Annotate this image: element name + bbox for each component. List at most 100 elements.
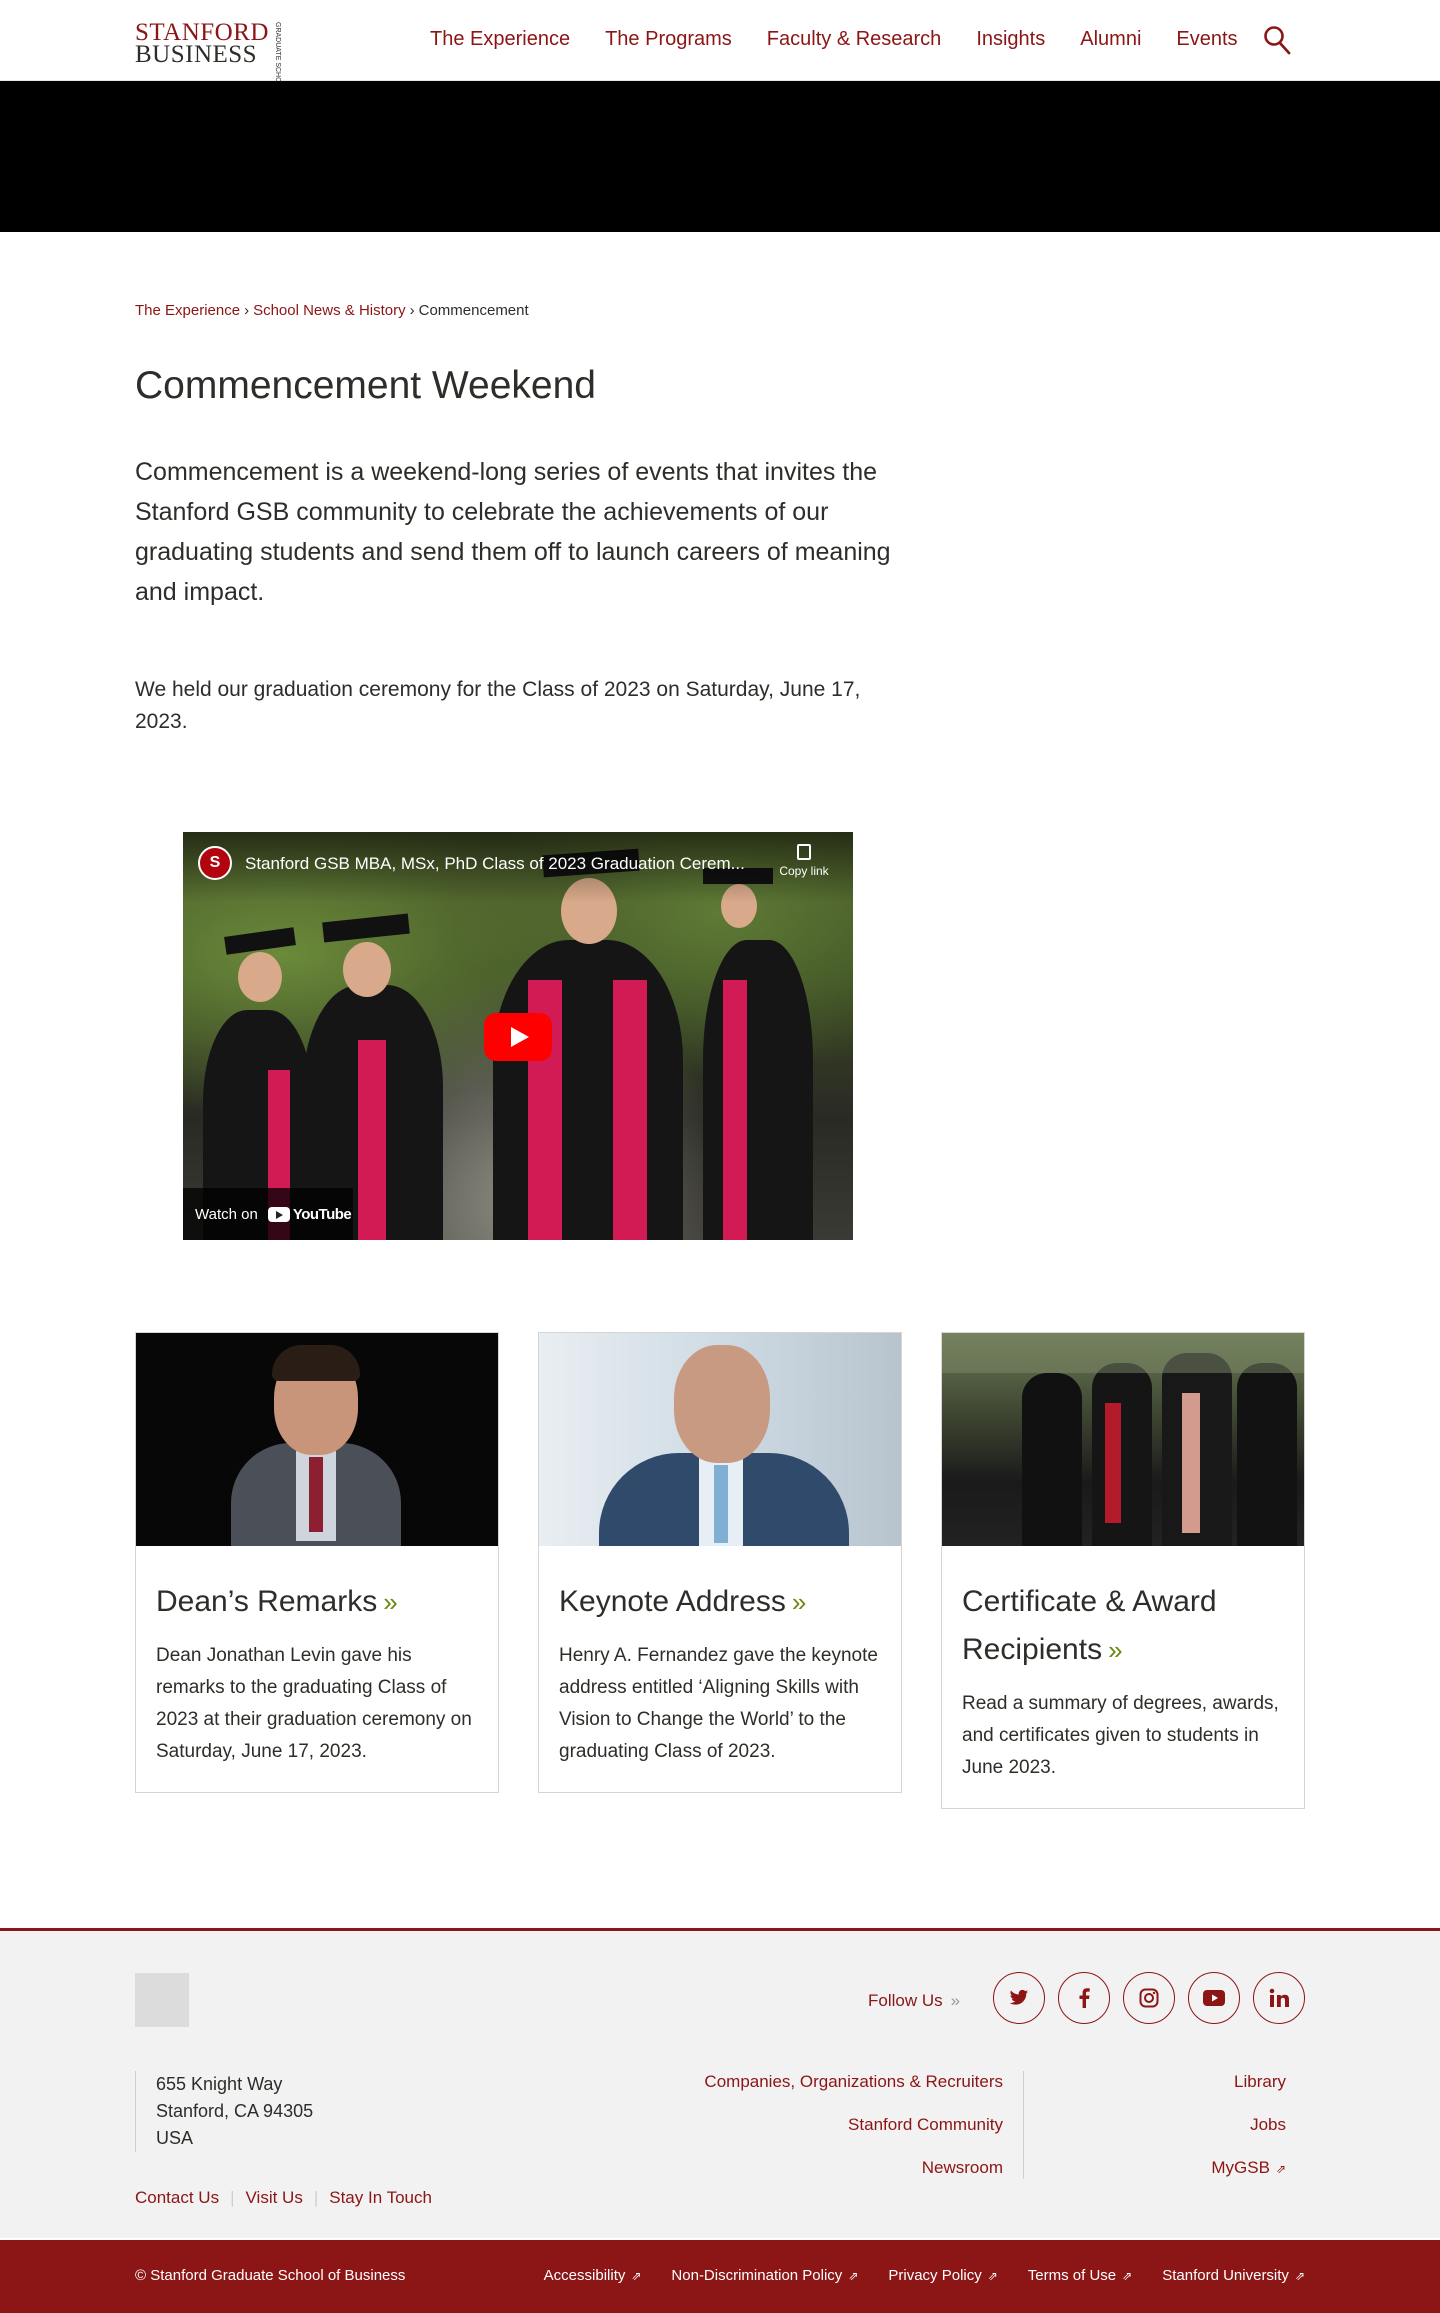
graduate-stole xyxy=(358,1040,386,1240)
tree-canopy xyxy=(942,1333,1304,1373)
graduate-figure xyxy=(493,940,683,1240)
footer-logo[interactable] xyxy=(135,1973,189,2027)
chevron-right-icon: » xyxy=(950,1991,961,2010)
card-title[interactable]: Keynote Address» xyxy=(559,1578,881,1626)
breadcrumb-current: Commencement xyxy=(418,302,529,319)
graduate-figure xyxy=(1022,1373,1082,1546)
graduate-stole xyxy=(723,980,747,1240)
copy-link-label: Copy link xyxy=(779,864,829,878)
external-link-icon: ⇗ xyxy=(848,2269,859,2283)
logo-business: BUSINESS xyxy=(135,41,258,68)
footer-link-library[interactable]: Library xyxy=(1100,2071,1286,2093)
chevron-right-icon: » xyxy=(1108,1635,1123,1665)
card-keynote-address[interactable]: Keynote Address» Henry A. Fernandez gave… xyxy=(538,1332,902,1793)
footer-link-mygsb[interactable]: MyGSB ⇗ xyxy=(1100,2157,1286,2180)
graduate-face xyxy=(238,952,282,1002)
linkedin-icon[interactable] xyxy=(1253,1972,1305,2024)
accessibility-link[interactable]: Accessibility ⇗ xyxy=(544,2267,642,2284)
card-description: Dean Jonathan Levin gave his remarks to … xyxy=(156,1645,472,1762)
footer-link-newsroom[interactable]: Newsroom xyxy=(620,2157,1003,2179)
address-line: USA xyxy=(156,2128,194,2148)
visit-us-link[interactable]: Visit Us xyxy=(246,2188,303,2207)
channel-avatar[interactable]: S xyxy=(198,846,232,880)
breadcrumb-the-experience[interactable]: The Experience xyxy=(135,302,240,319)
breadcrumb-separator: › xyxy=(244,302,250,319)
breadcrumb-separator: › xyxy=(409,302,415,319)
ceremony-note: We held our graduation ceremony for the … xyxy=(135,678,861,733)
youtube-logo: YouTube xyxy=(267,1205,352,1223)
nav-faculty-research[interactable]: Faculty & Research xyxy=(767,28,942,51)
external-link-icon: ⇗ xyxy=(631,2269,642,2283)
stanford-gsb-logo[interactable]: STANFORD BUSINESS GRADUATE SCHOOL OF xyxy=(135,20,300,104)
stanford-university-link[interactable]: Stanford University ⇗ xyxy=(1162,2267,1305,2284)
nav-insights[interactable]: Insights xyxy=(976,28,1045,51)
divider: | xyxy=(313,2188,319,2207)
portrait-tie xyxy=(309,1457,323,1532)
portrait-hair xyxy=(272,1345,360,1381)
footer-contact-links: Contact Us | Visit Us | Stay In Touch xyxy=(135,2188,432,2208)
site-footer: Follow Us» 655 Knight Way Stanford, CA 9… xyxy=(0,1928,1440,2238)
youtube-icon[interactable] xyxy=(1188,1972,1240,2024)
nav-alumni[interactable]: Alumni xyxy=(1080,28,1141,51)
twitter-icon[interactable] xyxy=(993,1972,1045,2024)
watch-on-label: Watch on xyxy=(195,1205,258,1223)
non-discrimination-policy-link[interactable]: Non-Discrimination Policy ⇗ xyxy=(671,2267,858,2284)
facebook-icon[interactable] xyxy=(1058,1972,1110,2024)
privacy-policy-link[interactable]: Privacy Policy ⇗ xyxy=(888,2267,997,2284)
card-title[interactable]: Dean’s Remarks» xyxy=(156,1578,478,1626)
graduates-crowd-image xyxy=(942,1333,1304,1546)
footer-links-right: Library Jobs MyGSB ⇗ xyxy=(1100,2071,1286,2180)
graduate-figure xyxy=(1092,1363,1152,1546)
graduate-stole xyxy=(1105,1403,1121,1523)
youtube-wordmark: YouTube xyxy=(292,1205,352,1223)
graduate-figure xyxy=(703,940,813,1240)
youtube-play-icon xyxy=(267,1206,290,1222)
address-line: Stanford, CA 94305 xyxy=(156,2101,314,2121)
instagram-icon[interactable] xyxy=(1123,1972,1175,2024)
card-title[interactable]: Certificate & Award Recipients» xyxy=(962,1578,1284,1674)
card-deans-remarks[interactable]: Dean’s Remarks» Dean Jonathan Levin gave… xyxy=(135,1332,499,1793)
global-footer-links: Accessibility ⇗ Non-Discrimination Policy… xyxy=(514,2267,1305,2284)
card-description: Henry A. Fernandez gave the keynote addr… xyxy=(559,1645,878,1762)
follow-us-label: Follow Us» xyxy=(868,1991,961,2010)
graduate-stole xyxy=(1182,1393,1200,1533)
logo-side-text: GRADUATE SCHOOL OF xyxy=(274,22,281,104)
main-nav: The Experience The Programs Faculty & Re… xyxy=(430,28,1273,51)
external-link-icon: ⇗ xyxy=(1275,2162,1286,2176)
terms-of-use-link[interactable]: Terms of Use ⇗ xyxy=(1028,2267,1132,2284)
contact-us-link[interactable]: Contact Us xyxy=(135,2188,219,2207)
youtube-video-embed[interactable]: S Stanford GSB MBA, MSx, PhD Class of 20… xyxy=(183,832,853,1240)
nav-the-programs[interactable]: The Programs xyxy=(605,28,732,51)
portrait-tie xyxy=(714,1465,728,1543)
external-link-icon: ⇗ xyxy=(987,2269,998,2283)
address-line: 655 Knight Way xyxy=(156,2074,283,2094)
video-title[interactable]: Stanford GSB MBA, MSx, PhD Class of 2023… xyxy=(245,854,765,874)
watch-on-youtube-button[interactable]: Watch on YouTube xyxy=(183,1188,353,1240)
dean-portrait-image xyxy=(136,1333,498,1546)
footer-link-stanford-community[interactable]: Stanford Community xyxy=(620,2114,1003,2136)
copy-link-button[interactable]: Copy link xyxy=(769,844,839,878)
breadcrumb-school-news-history[interactable]: School News & History xyxy=(253,302,406,319)
footer-link-companies-recruiters[interactable]: Companies, Organizations & Recruiters xyxy=(620,2071,1003,2093)
intro-paragraph: Commencement is a weekend-long series of… xyxy=(135,458,891,606)
hero-banner xyxy=(0,81,1440,232)
divider: | xyxy=(230,2188,235,2207)
nav-events[interactable]: Events xyxy=(1176,28,1237,51)
copy-icon xyxy=(797,844,811,860)
play-button[interactable] xyxy=(484,1013,552,1061)
keynote-speaker-image xyxy=(539,1333,901,1546)
graduate-face xyxy=(343,942,391,997)
search-icon[interactable] xyxy=(1263,25,1291,55)
chevron-right-icon: » xyxy=(383,1587,398,1617)
card-certificate-award-recipients[interactable]: Certificate & Award Recipients» Read a s… xyxy=(941,1332,1305,1809)
footer-link-jobs[interactable]: Jobs xyxy=(1100,2114,1286,2136)
footer-links-middle: Companies, Organizations & Recruiters St… xyxy=(620,2071,1024,2179)
card-description: Read a summary of degrees, awards, and c… xyxy=(962,1693,1279,1778)
chevron-right-icon: » xyxy=(791,1587,807,1617)
copyright-text: © Stanford Graduate School of Business xyxy=(135,2267,406,2284)
graduate-stole xyxy=(613,980,647,1240)
footer-address: 655 Knight Way Stanford, CA 94305 USA xyxy=(135,2071,313,2152)
stay-in-touch-link[interactable]: Stay In Touch xyxy=(329,2188,432,2207)
nav-the-experience[interactable]: The Experience xyxy=(430,28,570,51)
breadcrumb: The Experience › School News & History › Com… xyxy=(135,302,529,319)
